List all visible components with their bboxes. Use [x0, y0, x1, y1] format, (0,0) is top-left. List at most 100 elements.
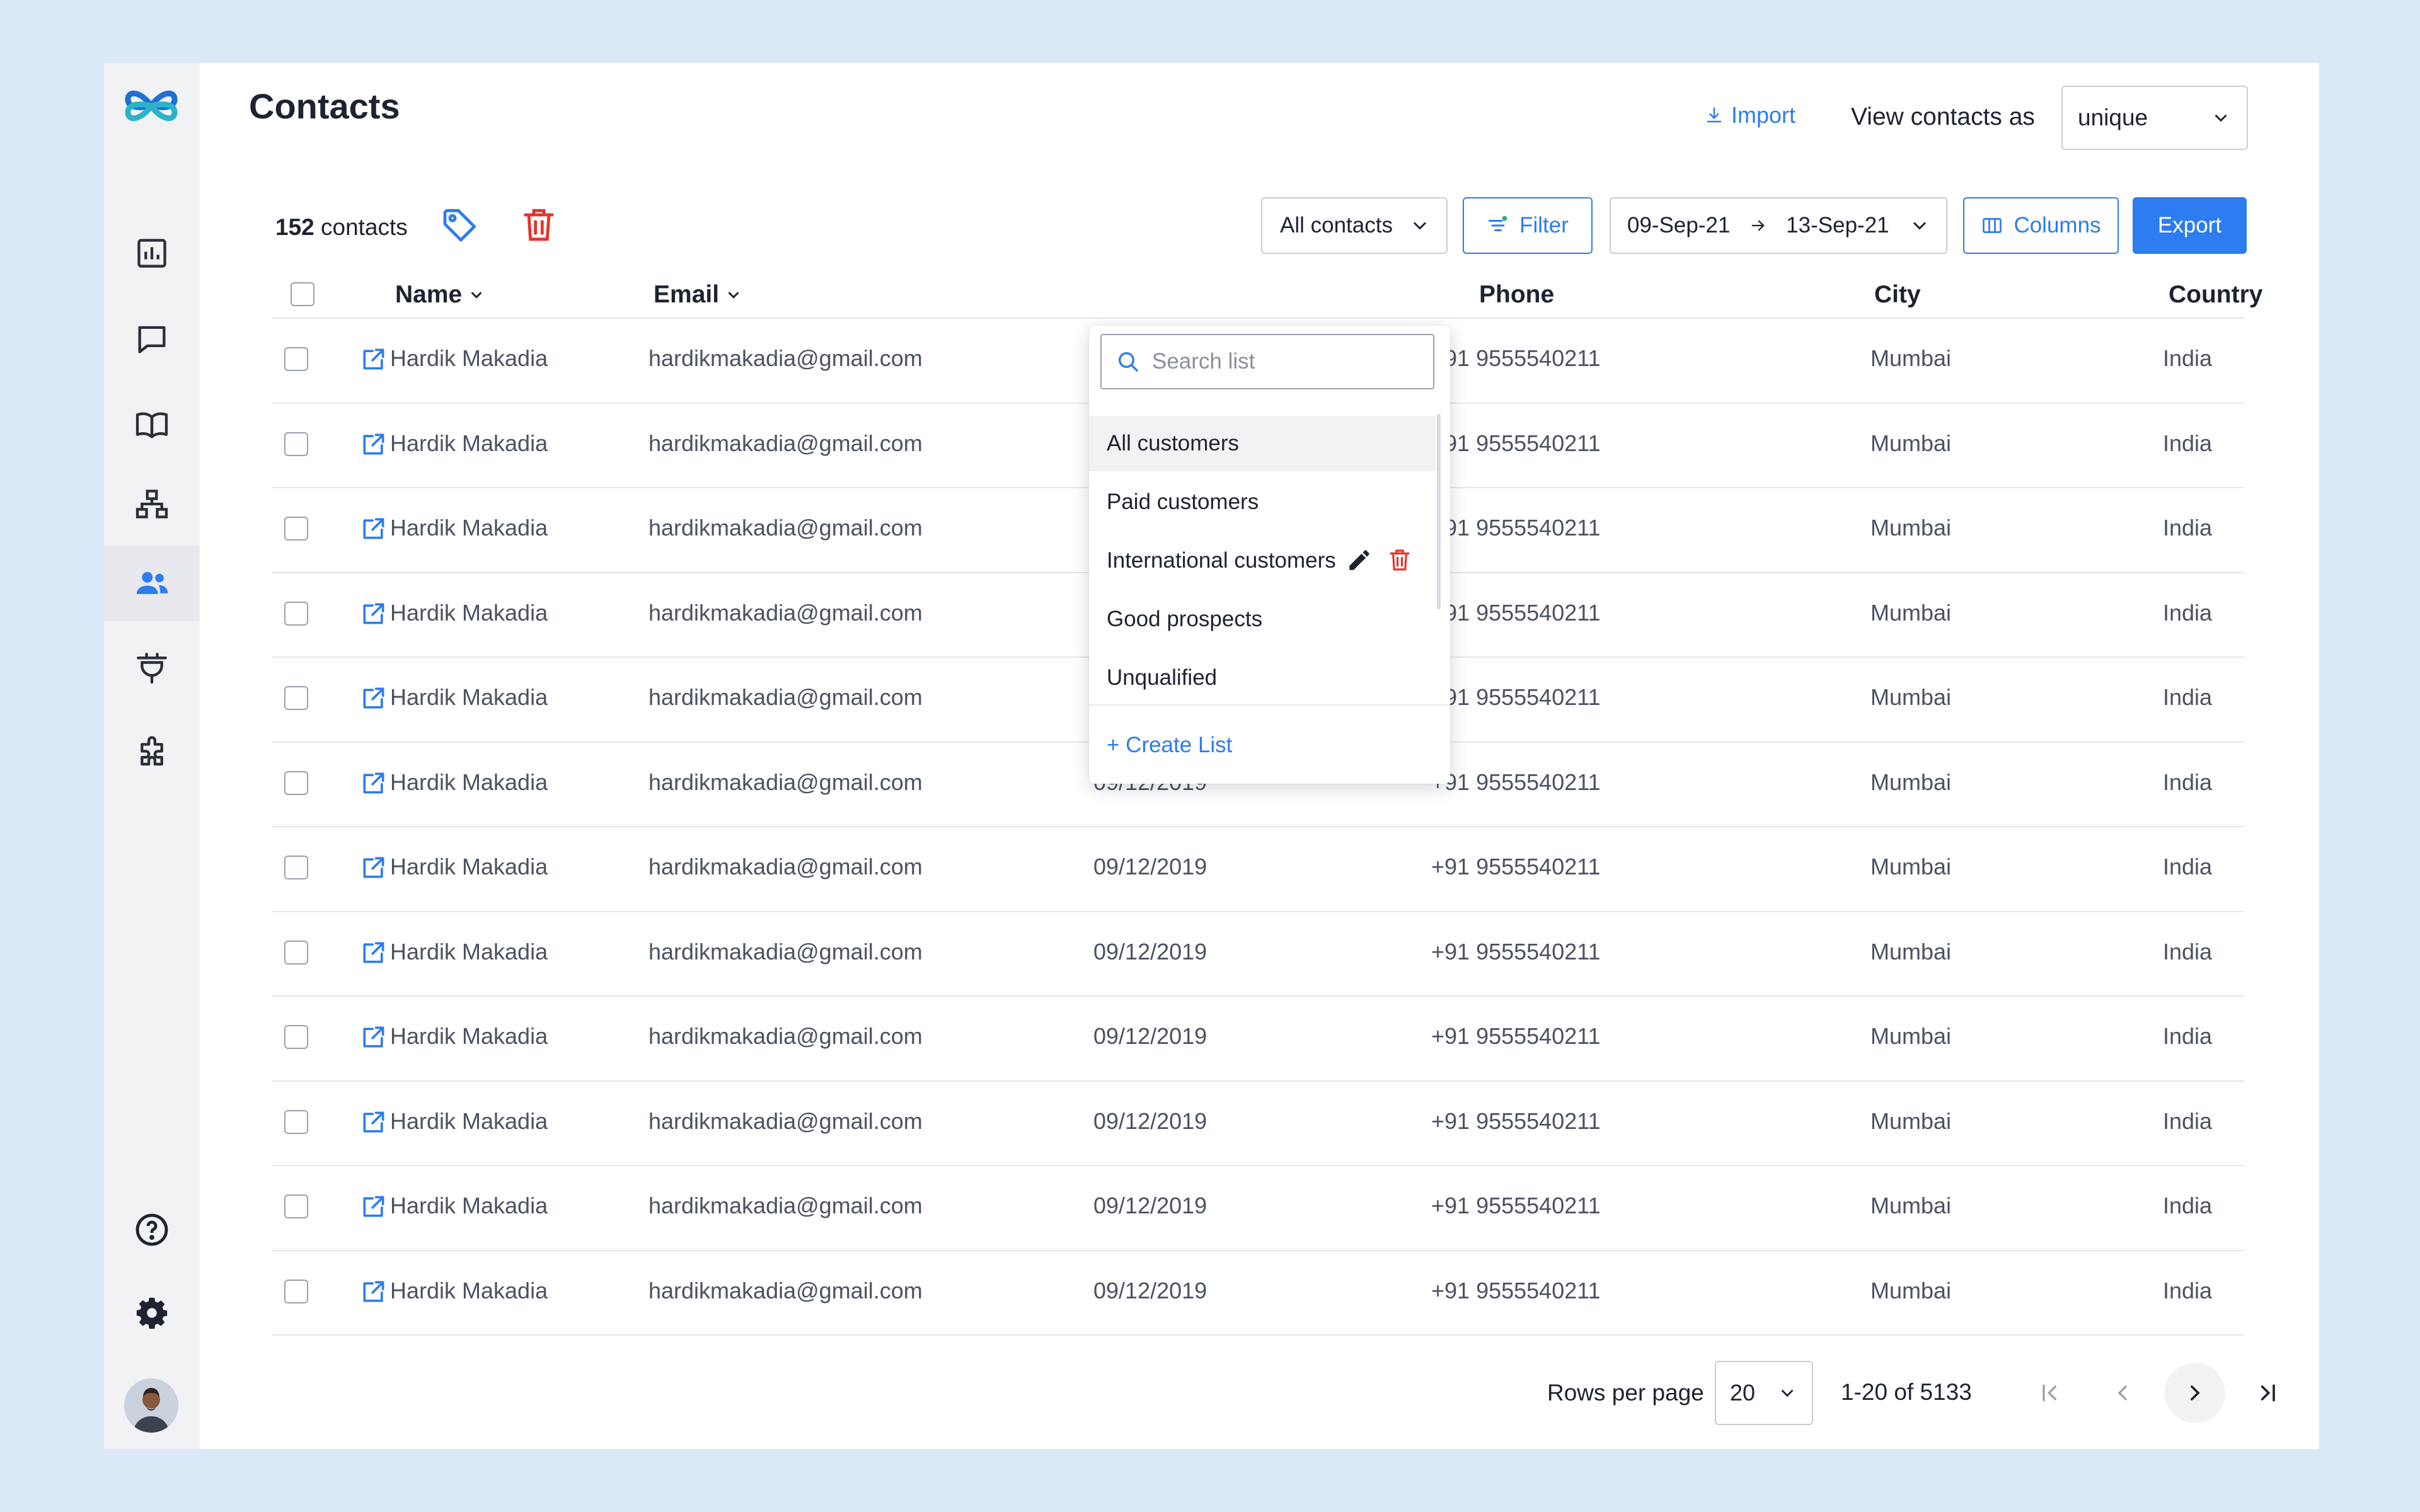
search-icon	[1119, 352, 1138, 372]
row-checkbox[interactable]	[284, 1109, 308, 1134]
cell-date: 09/12/2019	[1093, 854, 1207, 879]
list-item-all-customers[interactable]: All customers	[1089, 416, 1436, 471]
chevron-down-icon	[1413, 222, 1427, 230]
cell-country: India	[2163, 854, 2213, 879]
row-checkbox[interactable]	[284, 1279, 308, 1303]
row-checkbox[interactable]	[284, 770, 308, 795]
list-filter-select[interactable]: All contacts	[1261, 197, 1448, 254]
cell-name: Hardik Makadia	[390, 345, 548, 371]
cell-phone: +91 9555540211	[1431, 1193, 1601, 1218]
table-row[interactable]: Hardik Makadia hardikmakadia@gmail.com 09/…	[272, 1166, 2244, 1251]
cell-country: India	[2163, 1023, 2213, 1049]
dropdown-divider	[1089, 704, 1450, 706]
select-all-checkbox[interactable]	[291, 282, 314, 306]
list-search[interactable]	[1100, 334, 1434, 389]
page-range: 1-20 of 5133	[1841, 1379, 1972, 1405]
open-contact-icon[interactable]	[360, 515, 388, 542]
list-item-good-prospects[interactable]: Good prospects	[1089, 592, 1436, 647]
date-range-picker[interactable]: 09-Sep-21 13-Sep-21	[1610, 197, 1947, 254]
list-item-unqualified[interactable]: Unqualified	[1089, 650, 1436, 706]
column-header-name[interactable]: Name	[395, 281, 486, 309]
table-row[interactable]: Hardik Makadia hardikmakadia@gmail.com 09/…	[272, 997, 2244, 1082]
table-row[interactable]: Hardik Makadia hardikmakadia@gmail.com 09/…	[272, 1082, 2244, 1166]
row-checkbox[interactable]	[284, 432, 308, 456]
last-page-button[interactable]	[2237, 1363, 2298, 1423]
import-button[interactable]: Import	[1705, 102, 1795, 129]
rows-per-page-select[interactable]: 20	[1715, 1361, 1813, 1425]
sidebar-item-workflows[interactable]	[104, 466, 200, 542]
cell-country: India	[2163, 599, 2213, 626]
next-page-button[interactable]	[2165, 1363, 2225, 1423]
column-header-phone[interactable]: Phone	[1479, 281, 1554, 309]
cell-city: Mumbai	[1870, 684, 1952, 710]
table-row[interactable]: Hardik Makadia hardikmakadia@gmail.com 09/…	[272, 912, 2244, 997]
table-row[interactable]: Hardik Makadia hardikmakadia@gmail.com 09/…	[272, 1251, 2244, 1336]
open-contact-icon[interactable]	[360, 854, 388, 881]
open-contact-icon[interactable]	[360, 1108, 388, 1136]
cell-city: Mumbai	[1870, 1193, 1952, 1218]
gear-icon	[136, 1297, 168, 1329]
sidebar-item-contacts[interactable]	[104, 546, 200, 621]
list-item-international-customers[interactable]: International customers	[1089, 533, 1436, 588]
open-contact-icon[interactable]	[360, 1193, 388, 1220]
cell-phone: +91 9555540211	[1431, 684, 1601, 710]
row-checkbox[interactable]	[284, 1194, 308, 1218]
cell-country: India	[2163, 1108, 2213, 1134]
sidebar-item-chats[interactable]	[104, 301, 200, 377]
open-contact-icon[interactable]	[360, 684, 388, 712]
trash-icon[interactable]	[1386, 547, 1413, 573]
first-page-button[interactable]	[2020, 1363, 2080, 1423]
open-contact-icon[interactable]	[360, 430, 388, 458]
view-as-select[interactable]: unique	[2061, 86, 2248, 150]
tag-icon[interactable]	[440, 205, 480, 245]
cell-phone: +91 9555540211	[1431, 430, 1601, 456]
cell-country: India	[2163, 1277, 2213, 1303]
export-button[interactable]: Export	[2133, 197, 2247, 254]
sidebar-item-help[interactable]	[104, 1192, 200, 1268]
open-contact-icon[interactable]	[360, 345, 388, 373]
cell-name: Hardik Makadia	[390, 854, 548, 879]
row-checkbox[interactable]	[284, 601, 308, 626]
row-checkbox[interactable]	[284, 856, 308, 879]
filter-label: Filter	[1519, 213, 1569, 238]
open-contact-icon[interactable]	[360, 1278, 388, 1305]
view-as-label: View contacts as	[1851, 103, 2035, 130]
prev-page-button[interactable]	[2092, 1363, 2153, 1423]
open-contact-icon[interactable]	[360, 600, 388, 627]
column-header-email[interactable]: Email	[654, 281, 743, 309]
sidebar-item-knowledge[interactable]	[104, 387, 200, 462]
row-checkbox[interactable]	[284, 1025, 308, 1049]
open-contact-icon[interactable]	[360, 769, 388, 797]
trash-icon[interactable]	[519, 205, 559, 245]
columns-button[interactable]: Columns	[1963, 197, 2119, 254]
create-list-link[interactable]: + Create List	[1107, 733, 1232, 758]
cell-email: hardikmakadia@gmail.com	[648, 684, 923, 710]
row-checkbox[interactable]	[284, 686, 308, 710]
open-contact-icon[interactable]	[360, 939, 388, 966]
dropdown-scrollbar[interactable]	[1437, 414, 1441, 609]
sidebar-item-extensions[interactable]	[104, 716, 200, 791]
list-item-paid-customers[interactable]: Paid customers	[1089, 474, 1436, 530]
list-item-actions	[1346, 547, 1413, 573]
columns-label: Columns	[2014, 213, 2101, 238]
sidebar-item-analytics[interactable]	[104, 215, 200, 291]
sidebar-item-settings[interactable]	[104, 1275, 200, 1351]
row-checkbox[interactable]	[284, 517, 308, 541]
download-icon	[1707, 107, 1722, 123]
pencil-icon[interactable]	[1346, 547, 1373, 573]
avatar[interactable]	[124, 1378, 178, 1433]
cell-phone: +91 9555540211	[1431, 938, 1601, 965]
sidebar-item-integrations[interactable]	[104, 630, 200, 706]
table-row[interactable]: Hardik Makadia hardikmakadia@gmail.com 09/…	[272, 827, 2244, 912]
column-header-country[interactable]: Country	[2169, 281, 2263, 309]
cell-email: hardikmakadia@gmail.com	[648, 854, 923, 879]
column-header-city[interactable]: City	[1874, 281, 1921, 309]
row-checkbox[interactable]	[284, 347, 308, 371]
open-contact-icon[interactable]	[360, 1023, 388, 1051]
row-checkbox[interactable]	[284, 940, 308, 965]
list-search-input[interactable]	[1152, 349, 1417, 374]
puzzle-icon	[141, 736, 163, 766]
logo	[125, 90, 178, 122]
cell-city: Mumbai	[1870, 1108, 1952, 1134]
filter-button[interactable]: Filter	[1463, 197, 1593, 254]
